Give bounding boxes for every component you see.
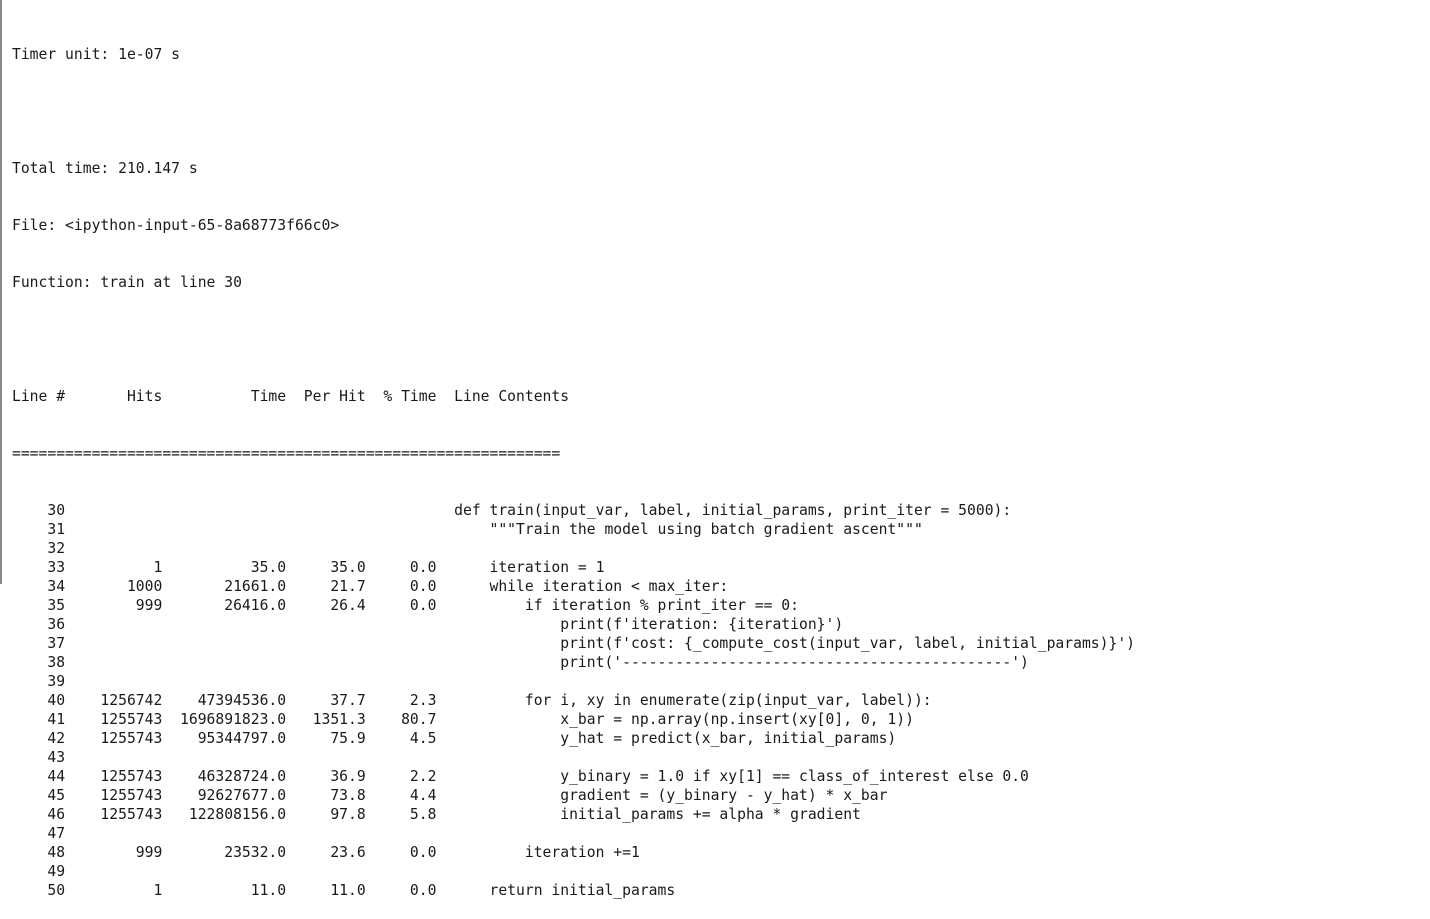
table-row: 46 1255743 122808156.0 97.8 5.8 initial_… [12,806,861,823]
table-row: 42 1255743 95344797.0 75.9 4.5 y_hat = p… [12,730,897,747]
table-row: 37 print(f'cost: {_compute_cost(input_va… [12,635,1136,652]
table-row: 34 1000 21661.0 21.7 0.0 while iteration… [12,578,729,595]
table-row: 39 [12,673,455,690]
table-row: 31 """Train the model using batch gradie… [12,521,923,538]
table-row: 43 [12,749,455,766]
table-row: 32 [12,540,455,557]
table-row: 41 1255743 1696891823.0 1351.3 80.7 x_ba… [12,711,914,728]
table-row: 35 999 26416.0 26.4 0.0 if iteration % p… [12,597,799,614]
table-row: 48 999 23532.0 23.6 0.0 iteration +=1 [12,844,640,861]
table-row: 38 print('------------------------------… [12,654,1029,671]
profile-table-body: 30 def train(input_var, label, initial_p… [12,501,1135,900]
profiler-output: Timer unit: 1e-07 s Total time: 210.147 … [12,7,1135,919]
table-row: 36 print(f'iteration: {iteration}') [12,616,844,633]
table-row: 30 def train(input_var, label, initial_p… [12,502,1012,519]
timer-unit: Timer unit: 1e-07 s [12,46,181,63]
table-separator: ========================================… [12,445,561,462]
table-row: 40 1256742 47394536.0 37.7 2.3 for i, xy… [12,692,932,709]
table-row: 44 1255743 46328724.0 36.9 2.2 y_binary … [12,768,1029,785]
table-header: Line # Hits Time Per Hit % Time Line Con… [12,388,570,405]
table-row: 45 1255743 92627677.0 73.8 4.4 gradient … [12,787,888,804]
table-row: 47 [12,825,455,842]
output-cell-border [0,0,2,584]
table-row: 33 1 35.0 35.0 0.0 iteration = 1 [12,559,605,576]
file-name: File: <ipython-input-65-8a68773f66c0> [12,217,340,234]
function-name: Function: train at line 30 [12,274,242,291]
table-row: 50 1 11.0 11.0 0.0 return initial_params [12,882,676,899]
total-time: Total time: 210.147 s [12,160,198,177]
table-row: 49 [12,863,455,880]
